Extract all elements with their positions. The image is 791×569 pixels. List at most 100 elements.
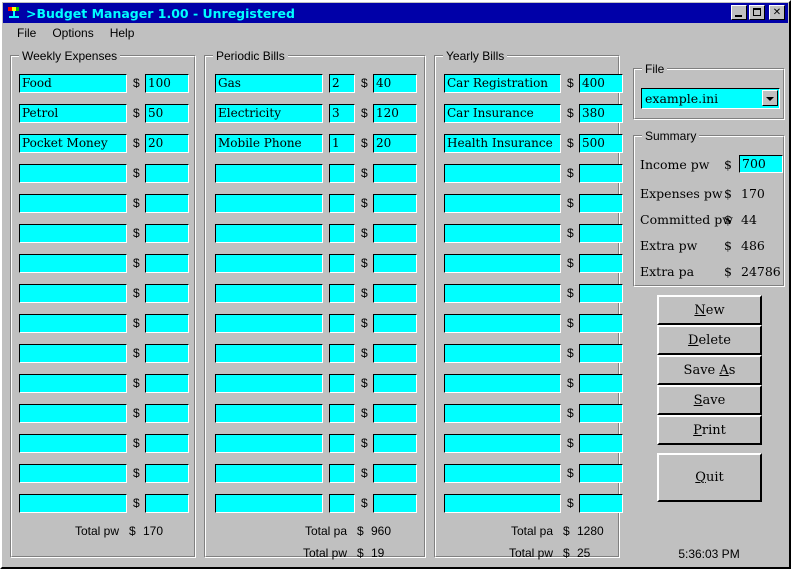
weekly-name-input[interactable]	[19, 374, 127, 393]
periodic-name-input[interactable]	[215, 374, 323, 393]
yearly-name-input[interactable]	[444, 254, 561, 273]
periodic-period-input[interactable]	[329, 224, 355, 243]
weekly-amount-input[interactable]	[145, 434, 189, 453]
yearly-amount-input[interactable]	[579, 164, 623, 183]
menu-item-options[interactable]: Options	[45, 25, 100, 42]
maximize-button[interactable]	[749, 5, 765, 20]
periodic-name-input[interactable]	[215, 494, 323, 513]
weekly-name-input[interactable]	[19, 494, 127, 513]
periodic-name-input[interactable]	[215, 344, 323, 363]
periodic-period-input[interactable]	[329, 464, 355, 483]
delete-button[interactable]: Delete	[657, 325, 762, 355]
periodic-period-input[interactable]	[329, 314, 355, 333]
periodic-amount-input[interactable]: 120	[373, 104, 417, 123]
periodic-period-input[interactable]	[329, 344, 355, 363]
quit-button[interactable]: Quit	[657, 453, 762, 502]
yearly-name-input[interactable]	[444, 404, 561, 423]
yearly-name-input[interactable]	[444, 164, 561, 183]
periodic-amount-input[interactable]	[373, 344, 417, 363]
periodic-period-input[interactable]	[329, 254, 355, 273]
periodic-amount-input[interactable]	[373, 434, 417, 453]
weekly-name-input[interactable]: Pocket Money	[19, 134, 127, 153]
save-button[interactable]: Save	[657, 385, 762, 415]
weekly-name-input[interactable]: Petrol	[19, 104, 127, 123]
weekly-name-input[interactable]	[19, 224, 127, 243]
yearly-amount-input[interactable]	[579, 194, 623, 213]
yearly-name-input[interactable]	[444, 314, 561, 333]
periodic-amount-input[interactable]	[373, 464, 417, 483]
weekly-amount-input[interactable]	[145, 194, 189, 213]
periodic-period-input[interactable]: 3	[329, 104, 355, 123]
yearly-amount-input[interactable]: 380	[579, 104, 623, 123]
weekly-amount-input[interactable]	[145, 224, 189, 243]
save-as-button[interactable]: Save As	[657, 355, 762, 385]
yearly-name-input[interactable]	[444, 464, 561, 483]
file-select-dropdown-button[interactable]	[762, 90, 778, 106]
weekly-amount-input[interactable]	[145, 254, 189, 273]
periodic-period-input[interactable]	[329, 194, 355, 213]
periodic-name-input[interactable]	[215, 164, 323, 183]
periodic-name-input[interactable]	[215, 434, 323, 453]
periodic-amount-input[interactable]	[373, 374, 417, 393]
weekly-name-input[interactable]	[19, 194, 127, 213]
periodic-period-input[interactable]	[329, 374, 355, 393]
periodic-name-input[interactable]: Gas	[215, 74, 323, 93]
yearly-name-input[interactable]: Car Registration	[444, 74, 561, 93]
periodic-name-input[interactable]	[215, 194, 323, 213]
periodic-period-input[interactable]	[329, 404, 355, 423]
periodic-period-input[interactable]	[329, 494, 355, 513]
weekly-name-input[interactable]	[19, 164, 127, 183]
yearly-name-input[interactable]: Health Insurance	[444, 134, 561, 153]
weekly-name-input[interactable]	[19, 344, 127, 363]
yearly-amount-input[interactable]	[579, 494, 623, 513]
periodic-amount-input[interactable]: 20	[373, 134, 417, 153]
weekly-amount-input[interactable]	[145, 164, 189, 183]
weekly-name-input[interactable]: Food	[19, 74, 127, 93]
periodic-amount-input[interactable]	[373, 194, 417, 213]
periodic-name-input[interactable]	[215, 404, 323, 423]
periodic-amount-input[interactable]	[373, 284, 417, 303]
yearly-name-input[interactable]	[444, 434, 561, 453]
periodic-amount-input[interactable]: 40	[373, 74, 417, 93]
weekly-amount-input[interactable]: 20	[145, 134, 189, 153]
periodic-period-input[interactable]: 1	[329, 134, 355, 153]
yearly-amount-input[interactable]	[579, 344, 623, 363]
weekly-amount-input[interactable]	[145, 494, 189, 513]
weekly-name-input[interactable]	[19, 434, 127, 453]
weekly-amount-input[interactable]: 100	[145, 74, 189, 93]
weekly-name-input[interactable]	[19, 464, 127, 483]
periodic-name-input[interactable]	[215, 284, 323, 303]
new-button[interactable]: New	[657, 295, 762, 325]
periodic-name-input[interactable]: Electricity	[215, 104, 323, 123]
title-bar[interactable]: >Budget Manager 1.00 - Unregistered ✕	[3, 3, 788, 23]
periodic-period-input[interactable]	[329, 434, 355, 453]
menu-item-help[interactable]: Help	[103, 25, 142, 42]
periodic-name-input[interactable]	[215, 224, 323, 243]
weekly-amount-input[interactable]	[145, 344, 189, 363]
weekly-amount-input[interactable]	[145, 464, 189, 483]
weekly-amount-input[interactable]	[145, 374, 189, 393]
weekly-name-input[interactable]	[19, 314, 127, 333]
periodic-amount-input[interactable]	[373, 494, 417, 513]
periodic-amount-input[interactable]	[373, 404, 417, 423]
print-button[interactable]: Print	[657, 415, 762, 445]
income-pw-input[interactable]: 700	[739, 155, 783, 173]
weekly-amount-input[interactable]: 50	[145, 104, 189, 123]
periodic-name-input[interactable]: Mobile Phone	[215, 134, 323, 153]
periodic-amount-input[interactable]	[373, 164, 417, 183]
yearly-amount-input[interactable]	[579, 374, 623, 393]
yearly-name-input[interactable]	[444, 374, 561, 393]
periodic-name-input[interactable]	[215, 464, 323, 483]
yearly-amount-input[interactable]: 500	[579, 134, 623, 153]
yearly-name-input[interactable]: Car Insurance	[444, 104, 561, 123]
weekly-amount-input[interactable]	[145, 314, 189, 333]
yearly-amount-input[interactable]	[579, 464, 623, 483]
yearly-name-input[interactable]	[444, 194, 561, 213]
periodic-amount-input[interactable]	[373, 254, 417, 273]
yearly-amount-input[interactable]	[579, 314, 623, 333]
yearly-name-input[interactable]	[444, 284, 561, 303]
periodic-period-input[interactable]	[329, 164, 355, 183]
yearly-name-input[interactable]	[444, 494, 561, 513]
yearly-name-input[interactable]	[444, 344, 561, 363]
periodic-amount-input[interactable]	[373, 224, 417, 243]
